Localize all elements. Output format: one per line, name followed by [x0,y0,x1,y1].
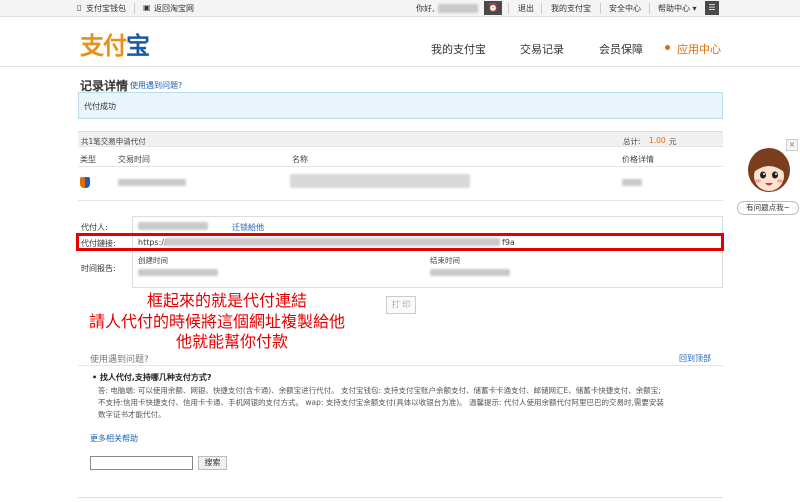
divider [78,166,723,167]
nav-transactions[interactable]: 交易记录 [520,41,564,57]
nav-app-center[interactable]: 应用中心 [677,41,721,57]
faq-answer-line: 数字证书才能代付。 [98,410,166,419]
site-header: 支付宝 我的支付宝 交易记录 会员保障 应用中心 [0,17,800,67]
divider [541,3,542,14]
redacted-end [430,269,510,276]
faq-answer-line: 不支持:信用卡快捷支付、信用卡卡通、手机网银的支付方式。 wap: 支持支付宝余… [98,398,664,407]
status-text: 代付成功 [84,102,116,111]
security-center-link[interactable]: 安全中心 [609,3,641,14]
redacted-price [622,179,642,186]
divider [78,365,723,366]
back-taobao-link[interactable]: 返回淘宝网 [154,3,194,14]
help-link[interactable]: 使用遇到问题? [130,80,182,91]
help-search-button[interactable]: 搜索 [198,456,227,470]
print-button[interactable]: 打 印 [386,296,416,314]
col-type: 类型 [80,155,96,164]
payer-label: 代付人: [81,223,108,232]
redacted-payer [138,222,208,230]
username-redacted [438,4,478,13]
divider [508,3,509,14]
total-label: 总计: [623,137,641,146]
clock-icon[interactable]: ⏰ [484,1,502,15]
end-time-header: 结束时间 [430,256,460,265]
faq-answer-line: 答: 电脑端: 可以使用余额、网银、快捷支付(含卡通)、余额宝进行代付。 支付宝… [98,386,661,395]
help-widget-label[interactable]: 有问题点我~ [737,201,799,215]
faq-question: • 找人代付,支持哪几种支付方式? [92,373,212,382]
taobao-icon: ▣ [143,3,151,12]
annotation-line-2: 請人代付的時候將這個網址複製給他 [89,312,346,331]
active-nav-dot [665,45,670,50]
redacted-created [138,269,218,276]
logout-link[interactable]: 退出 [518,3,534,14]
back-to-top-link[interactable]: 回到顶部 [679,353,711,364]
link-label: 代付鏈接: [81,239,116,248]
time-report-label: 时间报告: [81,264,116,273]
more-help-link[interactable]: 更多相关帮助 [90,433,138,444]
alipay-logo[interactable]: 支付宝 [80,26,150,61]
divider [600,3,601,14]
help-search-input[interactable] [90,456,193,470]
divider [78,497,723,498]
my-alipay-link[interactable]: 我的支付宝 [551,3,591,14]
change-payer-link[interactable]: 迁锁給他 [232,222,264,233]
link-prefix[interactable]: https:// [138,238,167,247]
total-amount: 1.00 [649,136,666,145]
menu-icon[interactable]: ☰ [705,1,719,15]
alipay-badge-icon [80,177,90,188]
top-bar: ▯ 支付宝钱包 ▣ 返回淘宝网 你好, ⏰ 退出 我的支付宝 安全中心 帮助中心… [0,0,800,17]
help-center-menu[interactable]: 帮助中心 ▾ [658,3,697,14]
link-suffix[interactable]: f9a [502,238,515,247]
redacted-time [118,179,186,186]
annotation-line-1: 框起來的就是代付連結 [147,291,308,310]
divider [78,200,723,201]
currency-label: 元 [669,137,677,146]
redacted-name [290,174,470,188]
nav-my-alipay[interactable]: 我的支付宝 [431,41,486,57]
details-box [132,216,723,288]
divider [134,3,135,14]
annotation-line-3: 他就能幫你付款 [176,332,289,351]
nav-member-protection[interactable]: 会员保障 [599,41,643,57]
greeting-text: 你好, [416,4,435,13]
helper-avatar-icon[interactable] [744,144,794,198]
phone-icon: ▯ [77,3,82,12]
transaction-count: 共1笔交易申请代付 [81,137,146,146]
col-name: 名称 [292,155,308,164]
redacted-link [165,238,500,246]
wallet-link[interactable]: 支付宝钱包 [86,3,126,14]
summary-bar: 共1笔交易申请代付 总计: 1.00 元 [78,131,723,147]
col-price: 价格详情 [622,155,654,164]
created-time-header: 创建时间 [138,256,168,265]
col-time: 交易时间 [118,155,150,164]
help-section-title: 使用遇到问题? [90,355,149,365]
divider [649,3,650,14]
status-banner: 代付成功 [78,92,723,119]
